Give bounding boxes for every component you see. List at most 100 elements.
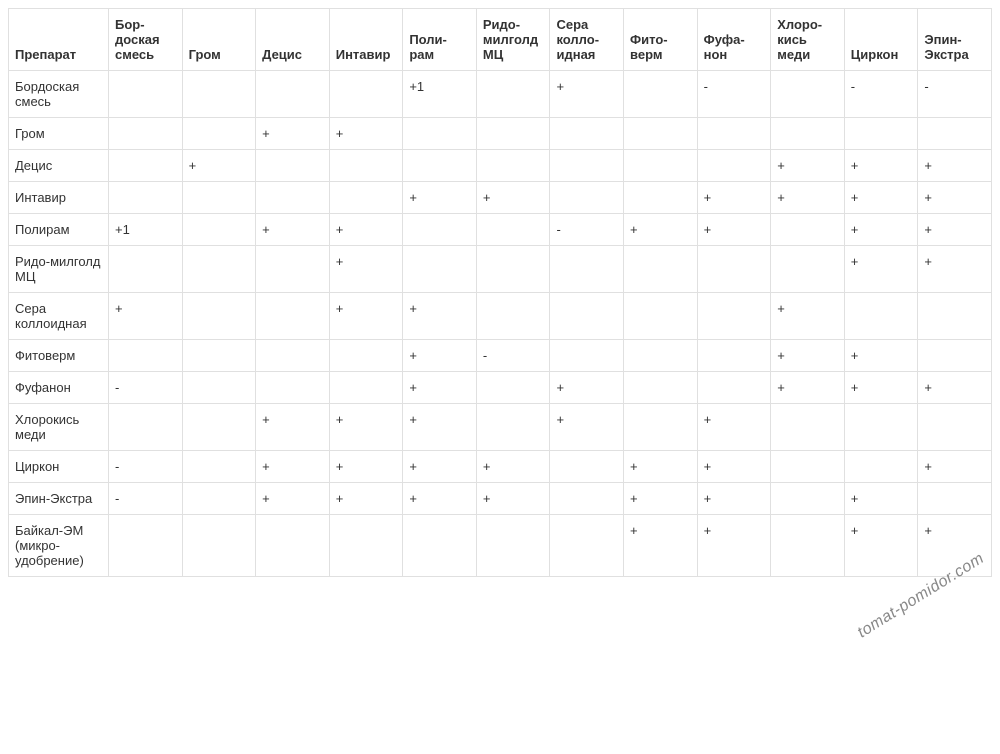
cell [844,118,918,150]
cell: + [550,404,624,451]
column-header: Сера колло-идная [550,9,624,71]
cell [844,293,918,340]
cell: + [844,483,918,515]
cell [109,340,183,372]
table-row: Децис++++ [9,150,992,182]
column-header: Интавир [329,9,403,71]
row-label: Циркон [9,451,109,483]
column-header: Фуфа-нон [697,9,771,71]
cell [550,150,624,182]
cell [476,515,550,577]
cell [256,246,330,293]
cell: + [550,372,624,404]
row-label: Полирам [9,214,109,246]
column-header: Гром [182,9,256,71]
cell [624,246,698,293]
table-row: Фитоверм+-++ [9,340,992,372]
cell [771,404,845,451]
cell: + [697,515,771,577]
cell [697,150,771,182]
cell: + [918,150,992,182]
cell: + [697,451,771,483]
cell: + [109,293,183,340]
row-label: Эпин-Экстра [9,483,109,515]
cell [550,182,624,214]
cell: + [918,246,992,293]
cell [182,451,256,483]
cell [476,71,550,118]
cell [624,404,698,451]
cell [403,214,477,246]
cell: + [256,214,330,246]
cell [329,340,403,372]
column-header: Циркон [844,9,918,71]
cell [476,404,550,451]
cell: + [771,372,845,404]
cell [256,182,330,214]
column-header: Бор-доская смесь [109,9,183,71]
row-label: Фуфанон [9,372,109,404]
cell: + [844,182,918,214]
column-header: Хлоро-кись меди [771,9,845,71]
cell: + [550,71,624,118]
cell [697,340,771,372]
cell: + [918,451,992,483]
table-row: Интавир++++++ [9,182,992,214]
cell [182,182,256,214]
cell: - [550,214,624,246]
cell [182,404,256,451]
cell [256,150,330,182]
cell: + [844,340,918,372]
cell: + [256,483,330,515]
cell: + [624,214,698,246]
cell [403,515,477,577]
column-header: Фито-верм [624,9,698,71]
cell [697,293,771,340]
cell [550,340,624,372]
cell [182,246,256,293]
row-label: Байкал-ЭМ (микро-удобрение) [9,515,109,577]
table-row: Ридо-милголд МЦ+++ [9,246,992,293]
compatibility-table: ПрепаратБор-доская смесьГромДецисИнтавир… [8,8,992,577]
cell: + [403,293,477,340]
cell [256,515,330,577]
cell [697,246,771,293]
cell [182,372,256,404]
cell [109,246,183,293]
cell: + [918,515,992,577]
cell: +1 [403,71,477,118]
cell: + [403,372,477,404]
cell [550,293,624,340]
cell: - [844,71,918,118]
cell: + [256,404,330,451]
cell [182,340,256,372]
cell [256,293,330,340]
cell: + [329,483,403,515]
cell: + [403,483,477,515]
cell [624,150,698,182]
cell [403,118,477,150]
cell [329,150,403,182]
cell: + [476,483,550,515]
cell [771,246,845,293]
table-header: ПрепаратБор-доская смесьГромДецисИнтавир… [9,9,992,71]
cell: + [918,372,992,404]
cell [918,293,992,340]
cell: +1 [109,214,183,246]
cell [182,214,256,246]
table-row: Сера коллоидная++++ [9,293,992,340]
cell: + [771,340,845,372]
cell [182,293,256,340]
column-header: Эпин-Экстра [918,9,992,71]
cell: + [771,293,845,340]
cell: - [476,340,550,372]
cell: + [844,372,918,404]
cell [771,71,845,118]
cell: + [403,340,477,372]
cell [697,372,771,404]
table-row: Циркон-+++++++ [9,451,992,483]
header-row: ПрепаратБор-доская смесьГромДецисИнтавир… [9,9,992,71]
cell [771,515,845,577]
cell [182,483,256,515]
cell [550,483,624,515]
